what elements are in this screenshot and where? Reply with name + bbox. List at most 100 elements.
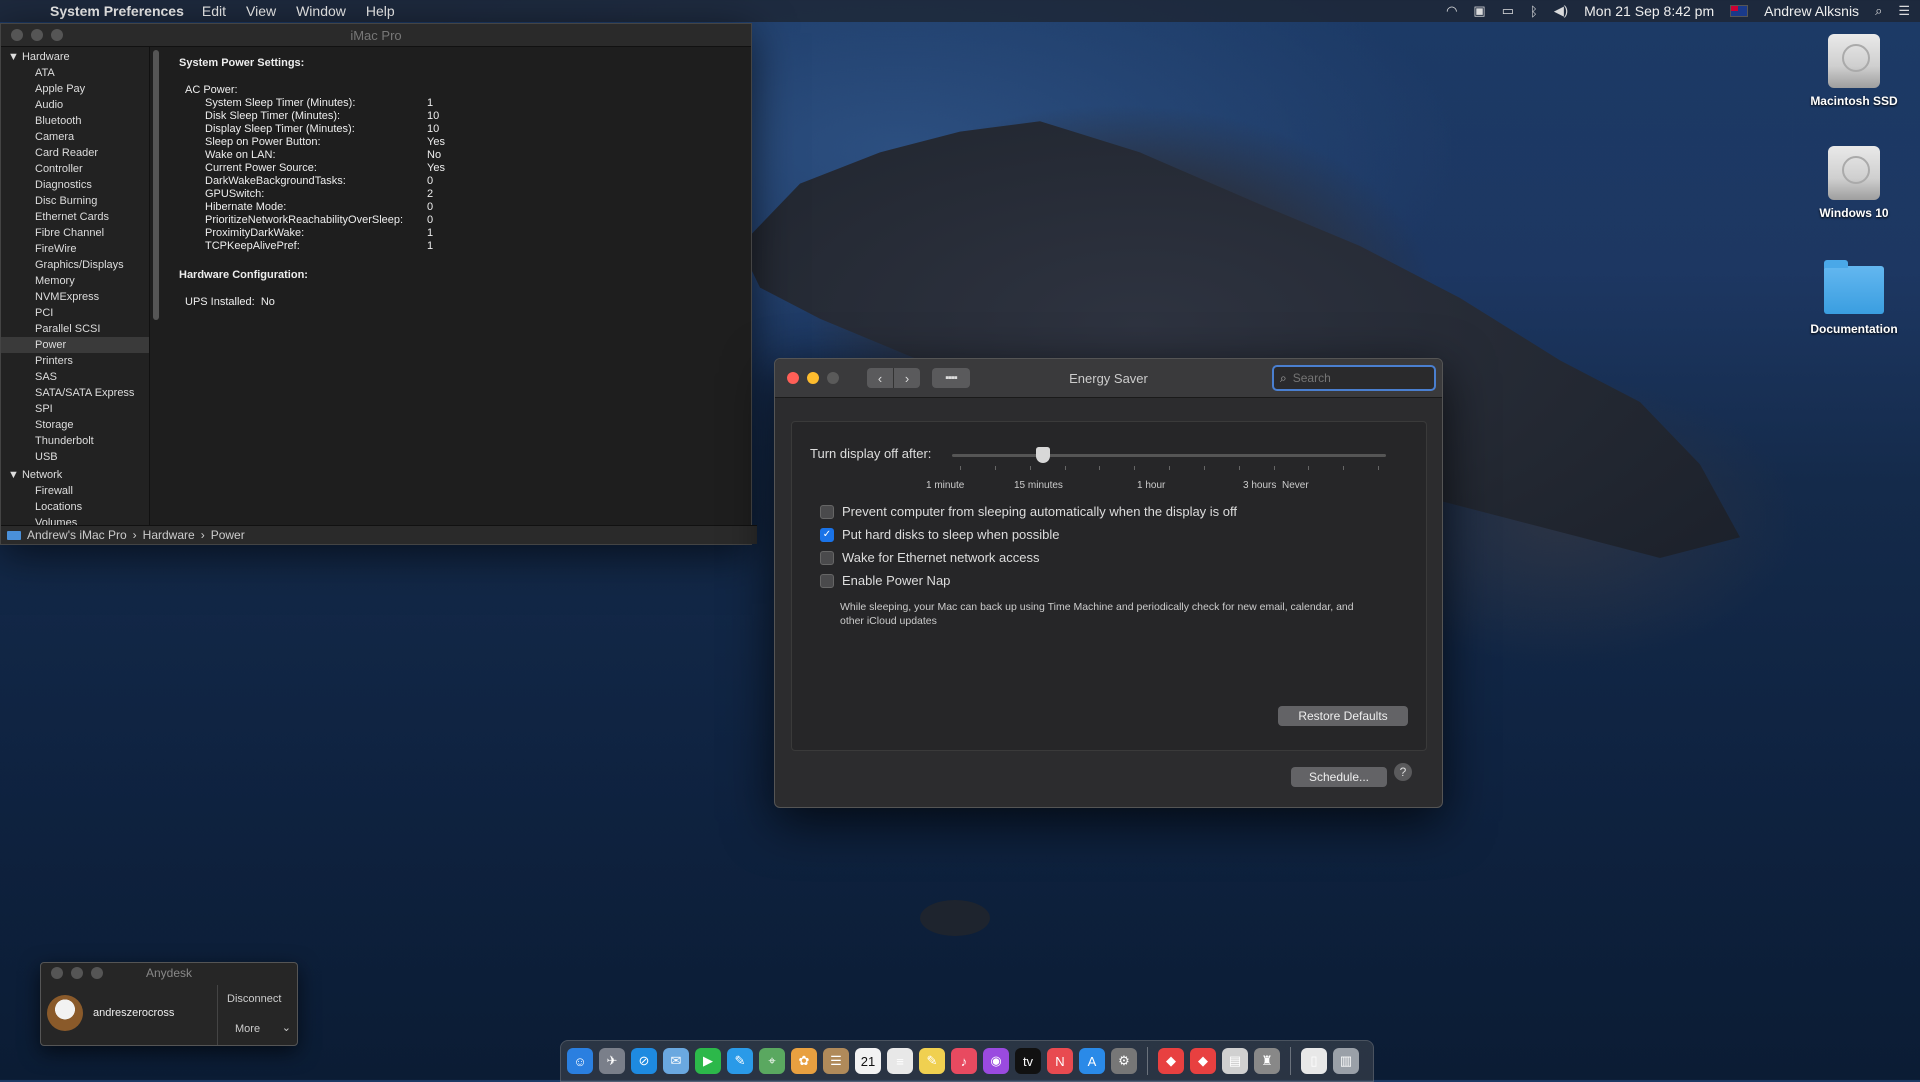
sidebar-item-camera[interactable]: Camera [1,129,149,145]
search-field[interactable]: ⌕ [1272,365,1436,391]
sidebar-item-diagnostics[interactable]: Diagnostics [1,177,149,193]
trash-icon[interactable]: ▥ [1333,1048,1359,1074]
window-titlebar[interactable]: iMac Pro [1,24,751,47]
path-item-power[interactable]: Power [211,528,245,542]
sidebar-item-nvmexpress[interactable]: NVMExpress [1,289,149,305]
airplay-icon[interactable]: ▭ [1502,3,1514,19]
sidebar-item-power[interactable]: Power [1,337,149,353]
sidebar-group-hardware[interactable]: ▼ Hardware [1,47,149,65]
zoom-icon[interactable] [827,372,839,384]
app-store-icon[interactable]: A [1079,1048,1105,1074]
sidebar-item-fibre-channel[interactable]: Fibre Channel [1,225,149,241]
sidebar-item-memory[interactable]: Memory [1,273,149,289]
automator-icon[interactable]: ♜ [1254,1048,1280,1074]
sidebar-item-sas[interactable]: SAS [1,369,149,385]
volume-icon[interactable]: ◀) [1554,3,1568,19]
path-item-hardware[interactable]: Hardware [143,528,195,542]
sidebar-item-controller[interactable]: Controller [1,161,149,177]
spotlight-search-icon[interactable]: ⌕ [1875,3,1882,19]
sidebar-item-thunderbolt[interactable]: Thunderbolt [1,433,149,449]
desktop-icon-macintosh-ssd[interactable]: Macintosh SSD [1794,34,1914,108]
minimize-icon[interactable] [31,29,43,41]
news-icon[interactable]: N [1047,1048,1073,1074]
sidebar-item-storage[interactable]: Storage [1,417,149,433]
menubar-user[interactable]: Andrew Alksnis [1764,3,1859,19]
preview-icon[interactable]: ▤ [1222,1048,1248,1074]
maps-icon[interactable]: ⌖ [759,1048,785,1074]
sidebar-item-printers[interactable]: Printers [1,353,149,369]
forward-chevron-icon[interactable]: › [894,368,920,388]
finder-icon[interactable]: ☺ [567,1048,593,1074]
checkbox-icon[interactable] [820,504,834,519]
music-icon[interactable]: ♪ [951,1048,977,1074]
close-icon[interactable] [11,29,23,41]
checkmark-icon[interactable]: ✓ [820,527,834,542]
schedule-button[interactable]: Schedule... [1291,767,1387,787]
document-icon[interactable]: ▯ [1301,1048,1327,1074]
checkbox-hard-disk-sleep[interactable]: ✓ Put hard disks to sleep when possible [820,527,1060,542]
sidebar-item-disc-burning[interactable]: Disc Burning [1,193,149,209]
notes-icon[interactable]: ✎ [919,1048,945,1074]
bluetooth-icon[interactable]: ᛒ [1530,4,1538,19]
menu-help[interactable]: Help [366,3,395,19]
contacts-icon[interactable]: ☰ [823,1048,849,1074]
checkbox-icon[interactable] [820,550,834,565]
sidebar-group-network[interactable]: ▼ Network [1,465,149,483]
safari-icon[interactable]: ⊘ [631,1048,657,1074]
checkbox-icon[interactable] [820,573,834,588]
photos-icon[interactable]: ✿ [791,1048,817,1074]
checkbox-prevent-sleep[interactable]: Prevent computer from sleeping automatic… [820,504,1237,519]
launchpad-icon[interactable]: ✈ [599,1048,625,1074]
wifi-icon[interactable]: ◠ [1446,3,1457,19]
calendar-icon[interactable]: 21 [855,1048,881,1074]
messages-icon[interactable]: ✎ [727,1048,753,1074]
notification-center-icon[interactable]: ☰ [1898,3,1910,19]
sidebar-item-audio[interactable]: Audio [1,97,149,113]
system-preferences-icon[interactable]: ⚙ [1111,1048,1137,1074]
activity-monitor-icon[interactable]: ▣ [1473,3,1485,19]
checkbox-wake-ethernet[interactable]: Wake for Ethernet network access [820,550,1040,565]
mail-icon[interactable]: ✉ [663,1048,689,1074]
desktop-icon-documentation[interactable]: Documentation [1794,260,1914,336]
restore-defaults-button[interactable]: Restore Defaults [1278,706,1408,726]
sidebar-scrollbar[interactable] [153,50,159,320]
sidebar-item-locations[interactable]: Locations [1,499,149,515]
sidebar-item-sata-sata-express[interactable]: SATA/SATA Express [1,385,149,401]
menu-edit[interactable]: Edit [202,3,226,19]
sidebar-item-usb[interactable]: USB [1,449,149,465]
facetime-icon[interactable]: ▶ [695,1048,721,1074]
more-button[interactable]: More [235,1023,260,1035]
zoom-icon[interactable] [51,29,63,41]
menubar-clock[interactable]: Mon 21 Sep 8:42 pm [1584,3,1714,19]
anydesk-alt-icon[interactable]: ◆ [1190,1048,1216,1074]
menu-view[interactable]: View [246,3,276,19]
disconnect-button[interactable]: Disconnect [227,993,281,1005]
reminders-icon[interactable]: ≡ [887,1048,913,1074]
menu-window[interactable]: Window [296,3,346,19]
window-titlebar[interactable]: ‹ › ▪▪▪▪ Energy Saver ⌕ [775,359,1442,398]
podcasts-icon[interactable]: ◉ [983,1048,1009,1074]
input-source-flag-icon[interactable] [1730,5,1749,17]
help-icon[interactable]: ? [1394,763,1412,781]
back-chevron-icon[interactable]: ‹ [867,368,894,388]
chevron-down-icon[interactable]: ⌄ [282,1021,291,1034]
sidebar-item-graphics-displays[interactable]: Graphics/Displays [1,257,149,273]
search-input[interactable] [1290,370,1405,386]
sidebar-item-ata[interactable]: ATA [1,65,149,81]
app-menu[interactable]: System Preferences [50,3,184,19]
anydesk-icon[interactable]: ◆ [1158,1048,1184,1074]
sidebar-item-apple-pay[interactable]: Apple Pay [1,81,149,97]
sidebar-item-card-reader[interactable]: Card Reader [1,145,149,161]
desktop-icon-windows-10[interactable]: Windows 10 [1794,146,1914,220]
sidebar-item-firewall[interactable]: Firewall [1,483,149,499]
sidebar-item-spi[interactable]: SPI [1,401,149,417]
close-icon[interactable] [787,372,799,384]
sidebar-item-ethernet-cards[interactable]: Ethernet Cards [1,209,149,225]
window-titlebar[interactable]: Anydesk [41,963,297,983]
sidebar-item-pci[interactable]: PCI [1,305,149,321]
minimize-icon[interactable] [807,372,819,384]
checkbox-power-nap[interactable]: Enable Power Nap [820,573,950,588]
show-all-grid-icon[interactable]: ▪▪▪▪ [932,368,970,388]
sidebar-item-bluetooth[interactable]: Bluetooth [1,113,149,129]
sidebar-item-parallel-scsi[interactable]: Parallel SCSI [1,321,149,337]
